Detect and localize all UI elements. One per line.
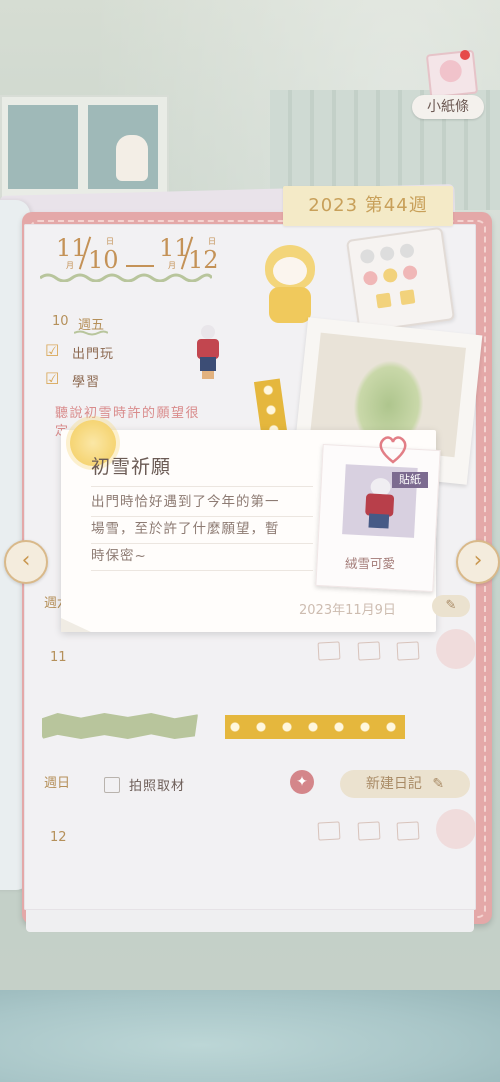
cat-hood-sticker-icon <box>257 237 327 329</box>
task-checkbox[interactable] <box>104 777 120 793</box>
week-title: 2023 第44週 <box>283 186 453 226</box>
check-icon[interactable]: ☑ <box>45 371 63 387</box>
day-weekday: 週日 <box>44 776 71 791</box>
empty-slot[interactable] <box>396 821 420 841</box>
weekday-underline <box>74 330 108 336</box>
girl-sticker-icon <box>195 325 221 380</box>
prev-page-button[interactable]: ‹ <box>4 540 48 584</box>
note-label-button[interactable]: 小紙條 <box>412 95 484 119</box>
shelf-cell <box>8 105 78 189</box>
popup-body-line: 時保密~ <box>91 548 147 564</box>
day-date: 12 <box>50 830 67 845</box>
bunny-figure <box>116 135 148 181</box>
month-suffix: 月 <box>66 261 74 270</box>
popup-title: 初雪祈願 <box>91 456 172 478</box>
popup-date: 2023年11月9日 <box>299 603 396 618</box>
background-shelf <box>0 95 169 199</box>
task-label: 學習 <box>72 375 101 390</box>
page-stack <box>26 908 474 932</box>
empty-slot[interactable] <box>357 641 381 661</box>
check-icon[interactable]: ☑ <box>45 343 63 359</box>
day-date: 11 <box>50 650 67 665</box>
card-rule <box>91 570 313 571</box>
shelf-cell <box>88 105 158 189</box>
popup-body-line: 出門時恰好遇到了今年的第一 <box>91 494 280 510</box>
popup-body-line: 場雪，至於許了什麼願望，暫 <box>91 521 280 537</box>
note-paper-icon[interactable] <box>425 49 479 99</box>
cookie-box-sticker-icon <box>345 226 456 334</box>
sticker-tag: 貼紙 <box>392 472 428 488</box>
next-page-button[interactable]: › <box>456 540 500 584</box>
empty-slot[interactable] <box>317 821 341 841</box>
day-note: 聽說初雪時許的願望很 <box>55 406 201 421</box>
edit-icon: ✎ <box>432 776 445 792</box>
card-rule <box>91 516 313 517</box>
date-range-dash <box>126 265 154 267</box>
day-date: 10 <box>52 314 69 329</box>
empty-slot[interactable] <box>317 641 341 661</box>
start-day: 10 <box>88 246 119 274</box>
task-label: 拍照取材 <box>129 779 186 794</box>
empty-slot[interactable] <box>357 821 381 841</box>
new-diary-label: 新建日記 <box>365 776 422 792</box>
month-suffix: 月 <box>168 261 176 270</box>
empty-slot[interactable] <box>396 641 420 661</box>
sticker-slot-circle[interactable] <box>436 809 476 849</box>
background-floor <box>0 990 500 1082</box>
sticker-caption: 絨雪可愛 <box>345 556 396 571</box>
yellow-tape-sticker <box>225 715 405 739</box>
popup-body: 出門時恰好遇到了今年的第一 場雪，至於許了什麼願望，暫 時保密~ <box>91 489 313 570</box>
note-avatar-icon <box>438 59 463 84</box>
end-day: 12 <box>188 246 219 274</box>
wave-underline <box>40 273 212 282</box>
gift-icon[interactable]: ✦ <box>290 770 314 794</box>
edit-icon[interactable]: ✎ <box>432 595 470 617</box>
notification-dot <box>460 50 470 60</box>
new-diary-button[interactable]: 新建日記 ✎ <box>340 770 470 798</box>
heart-clip-icon <box>379 436 407 464</box>
card-rule <box>91 543 313 544</box>
sticker-slot-circle[interactable] <box>436 629 476 669</box>
task-label: 出門玩 <box>72 347 115 362</box>
card-rule <box>91 486 313 487</box>
